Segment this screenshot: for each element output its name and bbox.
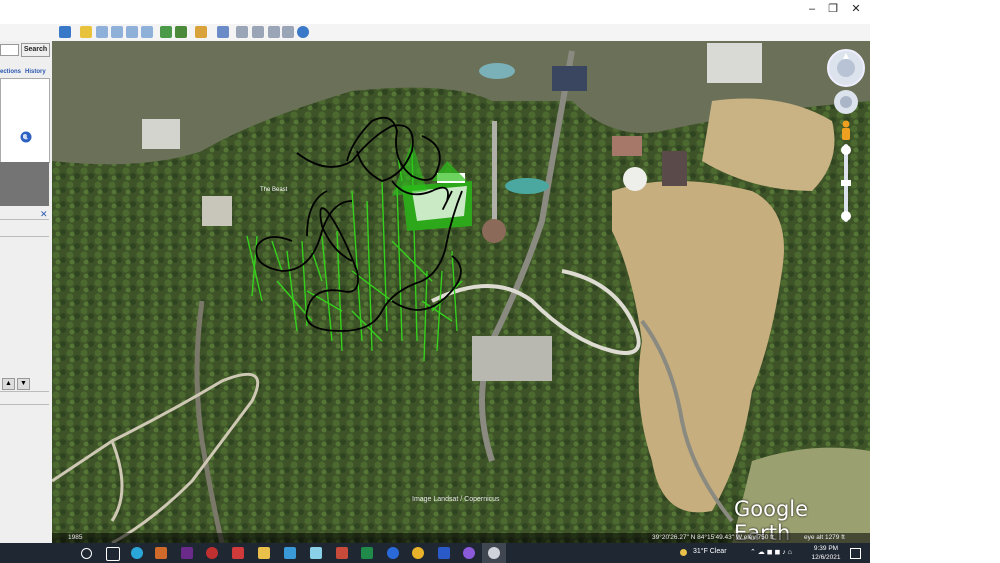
word-icon[interactable] <box>438 547 450 559</box>
email-icon[interactable] <box>236 26 248 38</box>
divider <box>0 219 49 220</box>
places-panel <box>0 162 49 206</box>
edge-icon[interactable] <box>131 547 143 559</box>
move-down-button[interactable]: ▼ <box>17 378 30 390</box>
mail-icon[interactable] <box>284 547 296 559</box>
polygon-icon[interactable] <box>96 26 108 38</box>
sunlight-icon[interactable] <box>175 26 187 38</box>
active-app-highlight <box>482 543 506 563</box>
planets-icon[interactable] <box>195 26 207 38</box>
look-control[interactable] <box>827 49 865 87</box>
search-results-panel <box>0 78 50 163</box>
excel-icon[interactable] <box>361 547 373 559</box>
app-icon[interactable] <box>336 547 348 559</box>
street-view-pegman-icon[interactable] <box>839 120 853 142</box>
app-icon[interactable] <box>463 547 475 559</box>
notification-icon[interactable] <box>850 548 861 559</box>
sidebar-toggle-icon[interactable] <box>59 26 71 38</box>
search-icon[interactable] <box>81 548 92 559</box>
tab-history[interactable]: History <box>25 69 46 75</box>
eye-altitude: eye alt 1279 ft <box>804 534 845 541</box>
task-view-icon[interactable] <box>106 547 120 561</box>
search-input[interactable] <box>0 44 19 56</box>
divider <box>0 404 49 405</box>
minimize-button[interactable]: – <box>805 2 819 16</box>
place-label: The Beast <box>260 187 288 193</box>
zoom-slider[interactable] <box>840 144 852 222</box>
app-icon[interactable] <box>232 547 244 559</box>
blank-area <box>870 0 1000 543</box>
clock-date: 12/6/2021 <box>811 554 841 561</box>
map-view[interactable]: The Beast Image Landsat / Copernicus Goo… <box>52 41 870 543</box>
weather-widget[interactable]: 31°F Clear <box>693 548 727 555</box>
chrome-icon[interactable] <box>412 547 424 559</box>
search-button[interactable]: Search <box>21 43 50 57</box>
image-overlay-icon[interactable] <box>126 26 138 38</box>
path-icon[interactable] <box>111 26 123 38</box>
move-up-button[interactable]: ▲ <box>2 378 15 390</box>
placemark-icon[interactable] <box>80 26 92 38</box>
maximize-button[interactable]: ❐ <box>826 2 840 16</box>
tour-icon[interactable] <box>141 26 153 38</box>
save-image-icon[interactable] <box>268 26 280 38</box>
imagery-attribution: Image Landsat / Copernicus <box>412 496 500 503</box>
app-icon[interactable] <box>181 547 193 559</box>
clock[interactable]: 9:39 PM 12/6/2021 <box>806 544 846 562</box>
close-button[interactable]: ✕ <box>849 2 863 16</box>
status-bar: 1985 39°20'26.27" N 84°15'49.43" W elev … <box>52 533 870 543</box>
tab-directions[interactable]: ections <box>0 69 21 75</box>
earth-gallery-icon[interactable] <box>297 26 309 38</box>
globe-icon <box>20 131 32 143</box>
imagery-year: 1985 <box>68 534 83 541</box>
app-icon[interactable] <box>310 547 322 559</box>
clock-time: 9:39 PM <box>813 545 839 552</box>
aerial-imagery <box>52 41 870 543</box>
move-control[interactable] <box>833 89 859 115</box>
maps-icon[interactable] <box>282 26 294 38</box>
file-explorer-icon[interactable] <box>258 547 270 559</box>
sidebar: Search ections History ✕ ▲ ▼ <box>0 41 53 543</box>
toolbar <box>0 24 870 42</box>
divider <box>0 236 49 237</box>
moon-icon <box>680 549 687 556</box>
app-icon[interactable] <box>206 547 218 559</box>
taskbar <box>0 543 870 563</box>
coordinates-readout: 39°20'26.27" N 84°15'49.43" W elev 750 f… <box>652 534 774 541</box>
print-icon[interactable] <box>252 26 264 38</box>
system-tray-icons[interactable]: ⌃ ☁ ◼ ◼ ♪ ⌂ <box>750 548 792 556</box>
ruler-icon[interactable] <box>217 26 229 38</box>
internet-explorer-icon[interactable] <box>387 547 399 559</box>
historical-imagery-icon[interactable] <box>160 26 172 38</box>
divider <box>0 391 49 392</box>
vlc-icon[interactable] <box>155 547 167 559</box>
title-bar: – ❐ ✕ <box>0 0 870 18</box>
